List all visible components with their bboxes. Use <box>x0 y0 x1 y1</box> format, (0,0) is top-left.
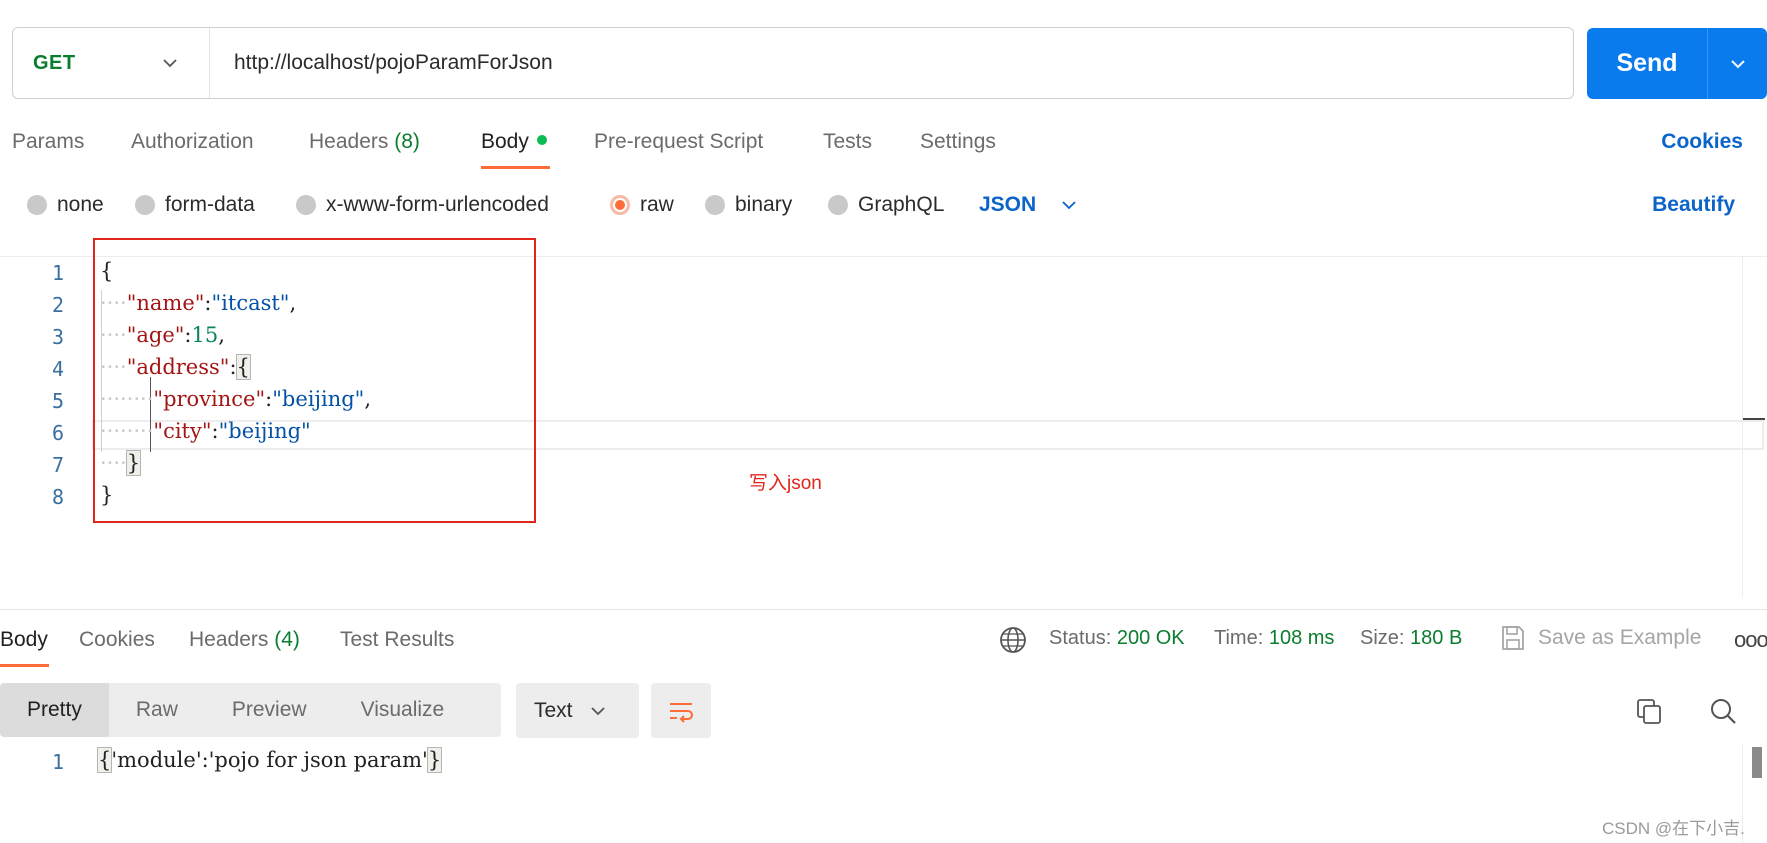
editor-scroll-marker <box>1743 418 1765 420</box>
radio-label: x-www-form-urlencoded <box>326 193 549 216</box>
copy-icon[interactable] <box>1635 697 1663 725</box>
radio-none[interactable]: none <box>27 193 104 217</box>
send-button[interactable]: Send <box>1587 49 1707 78</box>
save-as-example-label: Save as Example <box>1538 626 1702 649</box>
radio-binary[interactable]: binary <box>705 193 792 217</box>
tab-tests[interactable]: Tests <box>823 130 872 154</box>
view-preview-button[interactable]: Preview <box>205 683 334 737</box>
view-raw-button[interactable]: Raw <box>109 683 205 737</box>
json-brace-matched: { <box>96 747 113 773</box>
beautify-link[interactable]: Beautify <box>1652 193 1735 217</box>
response-format-select[interactable]: Text <box>516 683 639 738</box>
radio-raw[interactable]: raw <box>610 193 674 217</box>
response-format-label: Text <box>534 698 573 722</box>
line-number: 2 <box>51 293 64 317</box>
active-tab-indicator <box>481 166 550 169</box>
view-pretty-button[interactable]: Pretty <box>0 683 109 737</box>
radio-circle <box>828 195 848 215</box>
line-number: 8 <box>51 485 64 509</box>
response-tab-headers[interactable]: Headers (4) <box>189 628 300 652</box>
response-view-modes: Pretty Raw Preview Visualize <box>0 683 501 737</box>
radio-form-data[interactable]: form-data <box>135 193 255 217</box>
view-visualize-button[interactable]: Visualize <box>334 683 472 737</box>
tab-settings[interactable]: Settings <box>920 130 996 154</box>
response-body[interactable]: {'module':'pojo for json param'} <box>96 747 443 773</box>
response-line-number: 1 <box>51 750 64 774</box>
raw-format-label: JSON <box>979 193 1037 216</box>
save-icon <box>1502 626 1524 650</box>
radio-label: GraphQL <box>858 193 945 216</box>
tab-authorization[interactable]: Authorization <box>131 130 254 154</box>
radio-x-www-form-urlencoded[interactable]: x-www-form-urlencoded <box>296 193 549 217</box>
send-options-button[interactable] <box>1708 54 1767 74</box>
size-label: Size: <box>1360 627 1405 649</box>
response-tab-cookies[interactable]: Cookies <box>79 628 155 652</box>
radio-circle <box>27 195 47 215</box>
radio-graphql[interactable]: GraphQL <box>828 193 944 217</box>
response-scroll-thumb[interactable] <box>1752 747 1762 778</box>
status-readout[interactable]: Status: 200 OK <box>1049 627 1185 650</box>
time-readout[interactable]: Time: 108 ms <box>1214 627 1334 650</box>
chevron-down-icon <box>163 59 177 68</box>
response-tab-headers-count: (4) <box>274 628 300 651</box>
annotation-text: 写入json <box>749 473 822 494</box>
status-value: 200 OK <box>1116 627 1185 649</box>
line-number: 5 <box>51 389 64 413</box>
size-value: 180 B <box>1410 627 1463 649</box>
line-number: 4 <box>51 357 64 381</box>
radio-circle <box>135 195 155 215</box>
tab-headers-count: (8) <box>394 130 420 153</box>
url-input[interactable]: http://localhost/pojoParamForJson <box>210 51 553 75</box>
wrap-icon <box>670 702 693 723</box>
chevron-down-icon <box>1730 59 1745 68</box>
watermark: CSDN @在下小吉. <box>1602 819 1745 838</box>
line-number: 6 <box>51 421 64 445</box>
radio-circle <box>296 195 316 215</box>
send-button-group: Send <box>1587 28 1767 99</box>
raw-format-select[interactable]: JSON <box>979 193 1078 217</box>
chevron-down-icon <box>590 706 605 715</box>
response-active-tab-indicator <box>0 664 49 667</box>
tab-body[interactable]: Body <box>481 130 547 154</box>
tab-params[interactable]: Params <box>12 130 84 154</box>
response-body-text: 'module':'pojo for json param' <box>111 748 428 772</box>
body-modified-dot <box>536 135 547 145</box>
radio-label: raw <box>640 193 674 216</box>
cookies-link[interactable]: Cookies <box>1661 130 1743 154</box>
radio-circle <box>705 195 725 215</box>
request-url-bar: GET http://localhost/pojoParamForJson <box>12 27 1574 99</box>
response-tab-test-results[interactable]: Test Results <box>340 628 454 652</box>
chevron-down-icon <box>1062 201 1076 210</box>
time-value: 108 ms <box>1268 627 1335 649</box>
tab-body-label: Body <box>481 130 529 153</box>
annotation-highlight-box <box>93 238 536 523</box>
line-number: 7 <box>51 453 64 477</box>
response-tab-body[interactable]: Body <box>0 628 48 652</box>
response-tab-headers-label: Headers <box>189 628 269 651</box>
tab-headers-label: Headers <box>309 130 389 153</box>
radio-label: none <box>57 193 104 216</box>
method-label: GET <box>33 51 76 74</box>
editor-scrollbar[interactable] <box>1742 257 1743 597</box>
time-label: Time: <box>1214 627 1264 649</box>
wrap-lines-button[interactable] <box>651 683 711 738</box>
size-readout[interactable]: Size: 180 B <box>1360 627 1462 650</box>
response-divider <box>0 609 1767 610</box>
json-brace-matched: } <box>426 747 443 773</box>
tab-headers[interactable]: Headers (8) <box>309 130 420 154</box>
save-as-example-button[interactable]: Save as Example <box>1500 624 1701 652</box>
radio-label: binary <box>735 193 793 216</box>
search-icon[interactable] <box>1709 697 1737 725</box>
radio-label: form-data <box>165 193 255 216</box>
line-number: 3 <box>51 325 64 349</box>
tab-pre-request-script[interactable]: Pre-request Script <box>594 130 763 154</box>
globe-icon[interactable] <box>999 626 1027 654</box>
method-select[interactable]: GET <box>13 28 210 98</box>
line-number: 1 <box>51 261 64 285</box>
radio-circle-selected <box>610 195 630 215</box>
status-label: Status: <box>1049 627 1112 649</box>
more-options-button[interactable]: ooo <box>1734 627 1767 653</box>
